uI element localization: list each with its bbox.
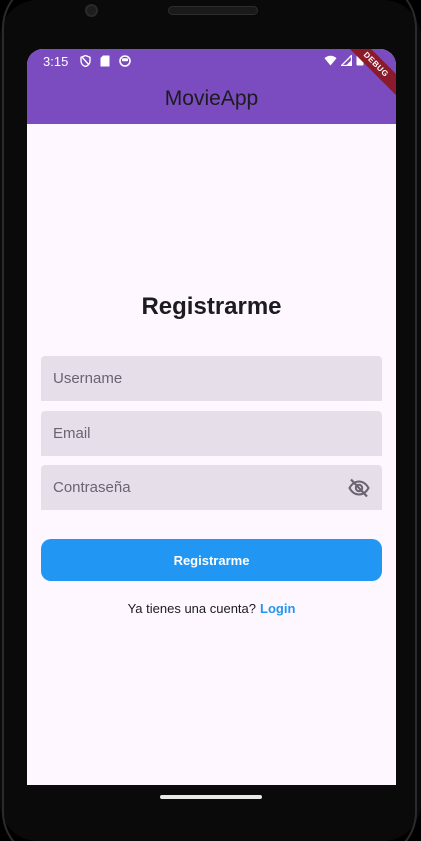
has-account-text: Ya tienes una cuenta? bbox=[127, 601, 257, 616]
circle-face-icon bbox=[119, 55, 132, 67]
app-screen: 3:15 MovieApp DEBUG Registrarme Username… bbox=[27, 49, 396, 785]
email-field[interactable] bbox=[41, 411, 382, 456]
page-title: Registrarme bbox=[141, 293, 282, 320]
username-field[interactable] bbox=[41, 356, 382, 401]
sd-card-icon bbox=[100, 55, 110, 67]
register-button[interactable]: Registrarme bbox=[41, 539, 382, 581]
status-bar: 3:15 bbox=[27, 49, 396, 73]
login-prompt: Ya tienes una cuenta? Login bbox=[27, 601, 396, 616]
username-input[interactable] bbox=[53, 370, 370, 387]
password-field[interactable] bbox=[41, 465, 382, 510]
email-input[interactable] bbox=[53, 425, 370, 442]
home-indicator[interactable] bbox=[160, 795, 262, 799]
app-bar: MovieApp bbox=[27, 73, 396, 124]
app-title: MovieApp bbox=[164, 86, 259, 110]
password-input[interactable] bbox=[53, 479, 348, 496]
shield-icon bbox=[80, 55, 92, 67]
status-time: 3:15 bbox=[43, 53, 69, 69]
signal-icon bbox=[339, 53, 353, 69]
visibility-off-icon[interactable] bbox=[348, 478, 370, 498]
login-link[interactable]: Login bbox=[260, 601, 295, 616]
wifi-icon bbox=[324, 54, 337, 69]
earpiece-speaker bbox=[168, 6, 258, 15]
phone-frame: 3:15 MovieApp DEBUG Registrarme Username… bbox=[0, 0, 421, 841]
front-camera bbox=[85, 4, 98, 17]
